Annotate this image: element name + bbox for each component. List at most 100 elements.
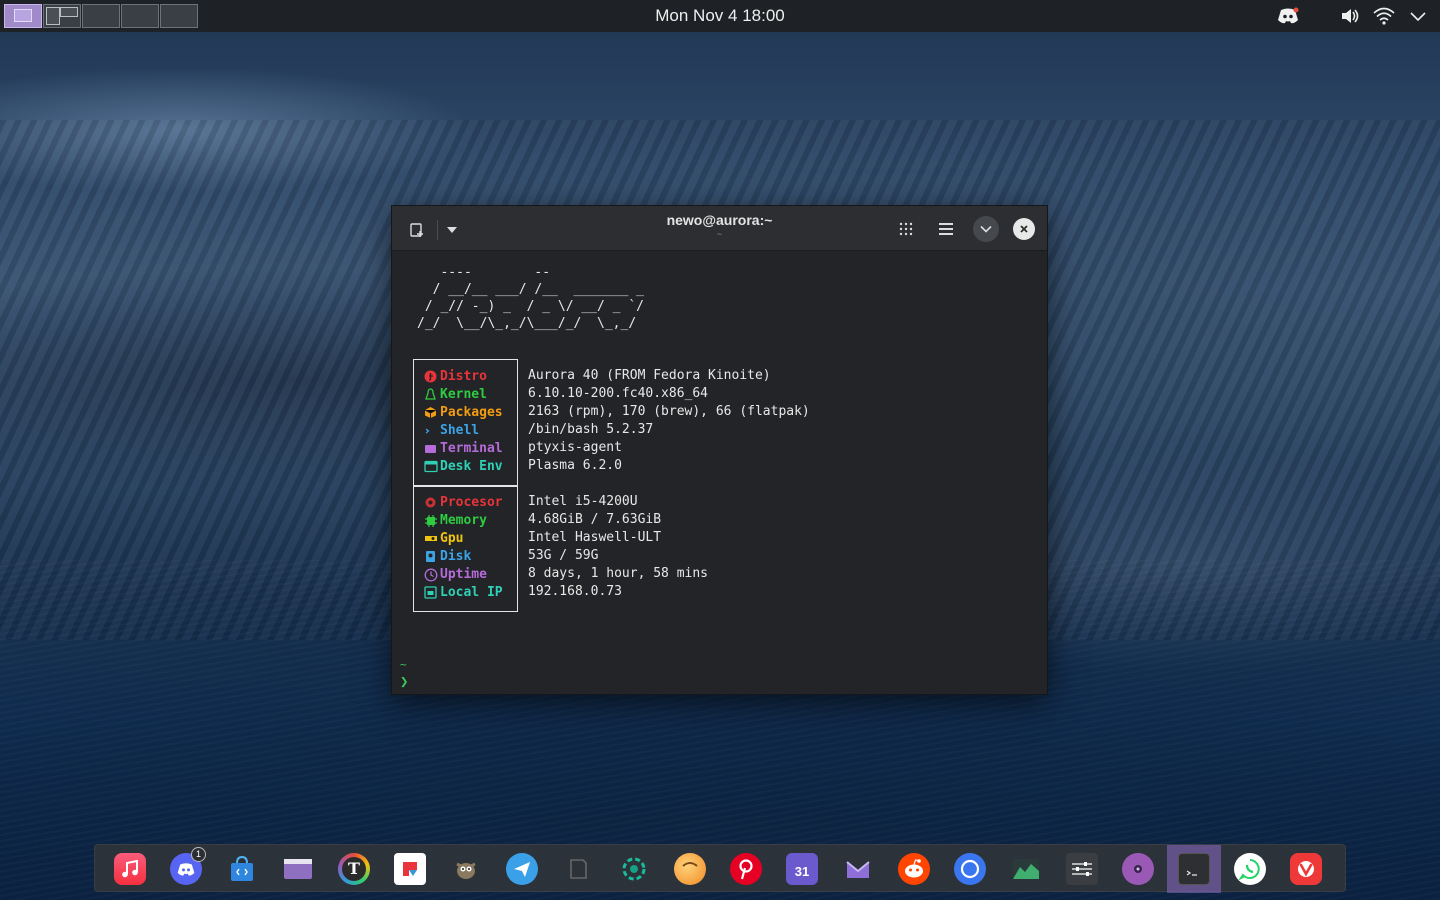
dock-reddit[interactable] [887,845,941,893]
dock-notes-app[interactable] [551,845,605,893]
folder-icon [282,853,314,885]
pinterest-icon [730,853,762,885]
dock-activity-app[interactable] [607,845,661,893]
value-disk: 53G / 59G [528,548,599,563]
label-packages: Packages [424,403,517,421]
clock-icon [424,568,438,582]
value-distro: Aurora 40 (FROM Fedora Kinoite) [528,368,771,383]
top-panel: Mon Nov 4 18:00 [0,0,1440,32]
value-gpu: Intel Haswell-ULT [528,530,662,545]
info-values-system: Aurora 40 (FROM Fedora Kinoite) 6.10.10-… [528,367,810,475]
dock-mail[interactable] [831,845,885,893]
value-uptime: 8 days, 1 hour, 58 mins [528,566,709,581]
package-icon [424,406,438,418]
dock-signal[interactable] [943,845,997,893]
value-processor: Intel i5-4200U [528,494,638,509]
prompt-symbol[interactable]: ❯ [400,674,408,690]
mail-m-icon [842,853,874,885]
dock-apple-music[interactable] [103,845,157,893]
titlebar-right-controls [893,216,1035,242]
label-shell: Shell [424,421,517,439]
typewriter-icon: T [338,853,370,885]
dock-calendar[interactable]: 31 [775,845,829,893]
dock-gimp[interactable] [439,845,493,893]
volume-icon[interactable] [1338,4,1362,28]
dock-pinterest[interactable] [719,845,773,893]
info-values-hardware: Intel i5-4200U 4.68GiB / 7.63GiB Intel H… [528,493,708,601]
red-logo-icon [394,853,426,885]
dock-file-manager[interactable] [271,845,325,893]
value-shell: /bin/bash 5.2.37 [528,422,654,437]
discord-badge: 1 [191,847,206,862]
dock-music-player[interactable] [1111,845,1165,893]
dock-vivaldi[interactable] [1279,845,1333,893]
desktop-icon [424,460,438,473]
value-local-ip: 192.168.0.73 [528,584,622,599]
label-kernel: Kernel [424,385,517,403]
value-desk-env: Plasma 6.2.0 [528,458,622,473]
terminal-prompt-icon [1178,853,1210,885]
value-terminal: ptyxis-agent [528,440,622,455]
dock-typewriter-app[interactable]: T [327,845,381,893]
chart-mountain-icon [1010,853,1042,885]
ring-icon [618,853,650,885]
dock-flathub-app[interactable] [383,845,437,893]
discord-tray-icon[interactable] [1276,4,1300,28]
label-terminal: Terminal [424,439,517,457]
calendar-icon: 31 [786,853,818,885]
value-memory: 4.68GiB / 7.63GiB [528,512,662,527]
value-packages: 2163 (rpm), 170 (brew), 66 (flatpak) [528,404,810,419]
dock-orange-browser[interactable] [663,845,717,893]
prompt-directory: ~ [400,658,407,671]
fedora-icon [424,370,438,383]
cpu-icon [424,496,438,508]
vivaldi-icon [1290,853,1322,885]
gimp-icon [450,853,482,885]
dock-kite-app[interactable] [495,845,549,893]
label-desk-env: Desk Env [424,457,517,475]
signal-icon [954,853,986,885]
note-icon [562,853,594,885]
dock-terminal[interactable] [1167,845,1221,893]
label-distro: Distro [424,367,517,385]
system-tray [1276,4,1430,28]
tab-overview-button[interactable] [893,216,919,242]
label-gpu: Gpu [424,529,517,547]
info-box-system: Distro Kernel Packages Shell Terminal De… [413,359,518,487]
shell-prompt-icon [424,424,438,436]
gpu-icon [424,532,438,544]
hamburger-menu-button[interactable] [933,216,959,242]
whatsapp-icon [1234,853,1266,885]
shopping-bag-icon [226,853,258,885]
dock-discord[interactable]: 1 [159,845,213,893]
fedora-ascii-logo: ---- -- / __/__ ___/ /__ _______ _ / _//… [417,265,644,331]
minimize-button[interactable] [973,216,999,242]
music-note-icon [114,853,146,885]
disc-icon [1122,853,1154,885]
memory-chip-icon [424,514,438,527]
disk-icon [424,550,438,562]
label-local-ip: Local IP [424,583,517,601]
value-kernel: 6.10.10-200.fc40.x86_64 [528,386,709,401]
terminal-window: newo@aurora:~ ~ ---- -- / __/__ ___/ /__… [391,205,1048,695]
dock-whatsapp[interactable] [1223,845,1277,893]
info-box-hardware: Procesor Memory Gpu Disk Uptime Local IP [413,485,518,612]
dock-software-center[interactable] [215,845,269,893]
calendar-day: 31 [794,863,810,879]
orange-orb-icon [674,853,706,885]
label-uptime: Uptime [424,565,517,583]
dock-system-monitor[interactable] [999,845,1053,893]
reddit-icon [898,853,930,885]
label-disk: Disk [424,547,517,565]
chevron-down-icon[interactable] [1406,4,1430,28]
wifi-icon[interactable] [1372,4,1396,28]
discord-icon: 1 [170,847,206,885]
terminal-titlebar[interactable]: newo@aurora:~ ~ [392,206,1047,251]
dock-settings[interactable] [1055,845,1109,893]
tux-icon [424,388,438,400]
close-button[interactable] [1013,218,1035,240]
sliders-icon [1066,853,1098,885]
label-memory: Memory [424,511,517,529]
clock[interactable]: Mon Nov 4 18:00 [0,6,1440,26]
paper-plane-icon [506,853,538,885]
